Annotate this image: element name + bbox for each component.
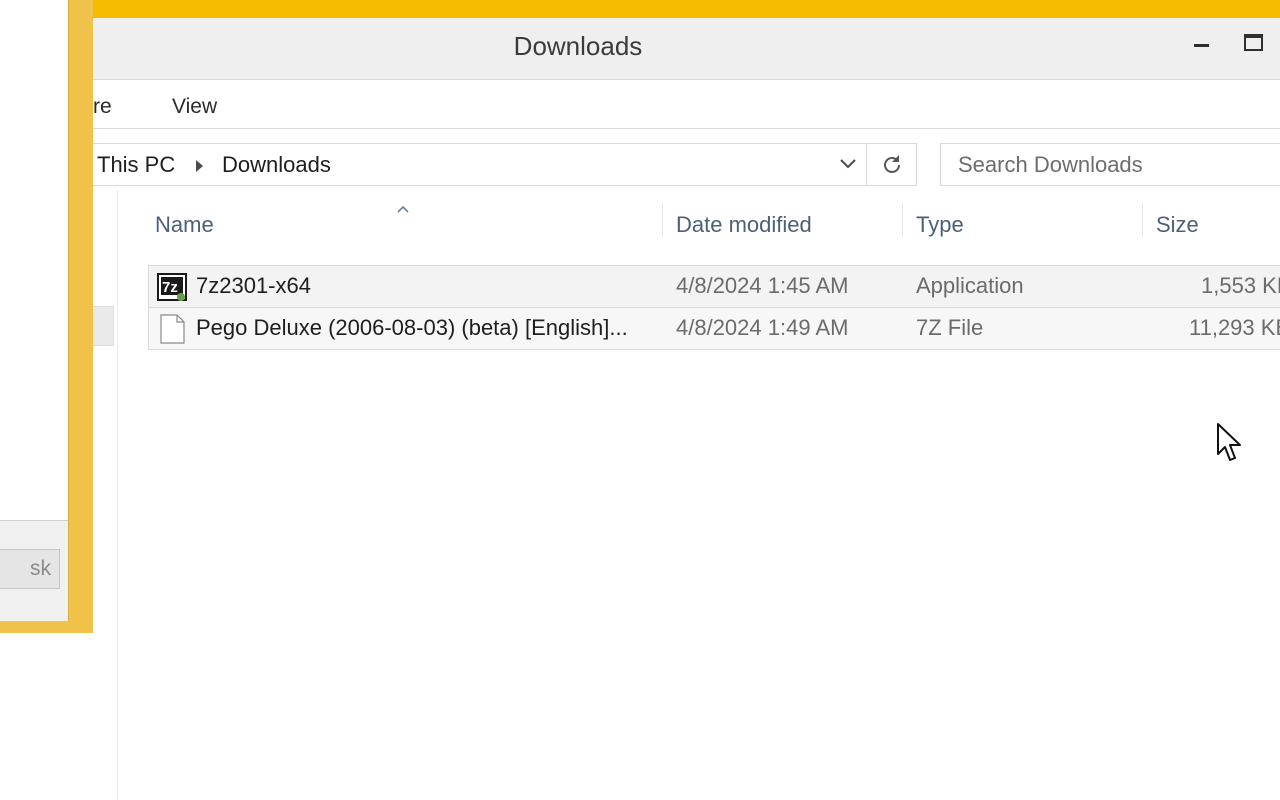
file-size: 11,293 KB [1189, 315, 1280, 340]
sort-ascending-icon [397, 205, 409, 213]
file-name: 7z2301-x64 [196, 273, 311, 298]
nav-selected-item[interactable] [93, 306, 114, 346]
column-header-type[interactable]: Type [916, 212, 964, 238]
column-divider[interactable] [902, 203, 903, 237]
minimize-button[interactable] [1186, 32, 1214, 56]
address-bar[interactable]: This PC Downloads [60, 143, 917, 186]
title-bar[interactable]: Downloads [0, 18, 1280, 80]
svg-text:7z: 7z [162, 279, 178, 296]
column-divider[interactable] [1142, 203, 1143, 237]
file-date: 4/8/2024 1:49 AM [676, 315, 849, 340]
window-accent-bar [0, 0, 1280, 18]
breadcrumb-separator-icon[interactable] [196, 160, 203, 172]
window-title: Downloads [513, 31, 643, 61]
breadcrumb-downloads[interactable]: Downloads [222, 152, 331, 178]
file-size: 1,553 KB [1201, 273, 1280, 298]
7zip-app-icon: 7z [157, 273, 187, 301]
column-header-name[interactable]: Name [155, 212, 214, 238]
file-date: 4/8/2024 1:45 AM [676, 273, 849, 298]
file-type: Application [916, 273, 1024, 298]
maximize-button[interactable] [1239, 32, 1267, 56]
chevron-down-icon [840, 159, 856, 169]
ribbon-tabs: re View [0, 80, 1280, 129]
address-history-dropdown[interactable] [831, 144, 865, 185]
dialog-footer: sk [0, 520, 68, 621]
file-row[interactable]: 7z 7z2301-x64 4/8/2024 1:45 AM Applicati… [148, 265, 1280, 308]
column-header-date-modified[interactable]: Date modified [676, 212, 812, 238]
column-header-size[interactable]: Size [1156, 212, 1199, 238]
file-type: 7Z File [916, 315, 984, 340]
mouse-pointer-icon [1217, 423, 1241, 461]
blank-file-icon [160, 314, 185, 344]
dialog-body: sk [0, 0, 69, 621]
refresh-button[interactable] [866, 144, 916, 185]
file-name: Pego Deluxe (2006-08-03) (beta) [English… [196, 315, 628, 340]
tab-view[interactable]: View [172, 95, 217, 119]
refresh-icon [884, 155, 900, 173]
dialog-button[interactable]: sk [0, 549, 60, 589]
file-row[interactable]: Pego Deluxe (2006-08-03) (beta) [English… [148, 307, 1280, 350]
breadcrumb-this-pc[interactable]: This PC [97, 152, 175, 178]
background-dialog-window[interactable]: sk [0, 0, 93, 633]
tab-share[interactable]: re [93, 95, 112, 119]
column-divider[interactable] [662, 203, 663, 237]
search-input[interactable]: Search Downloads [940, 143, 1280, 186]
search-placeholder: Search Downloads [958, 152, 1143, 177]
dialog-button-label: sk [30, 557, 51, 580]
